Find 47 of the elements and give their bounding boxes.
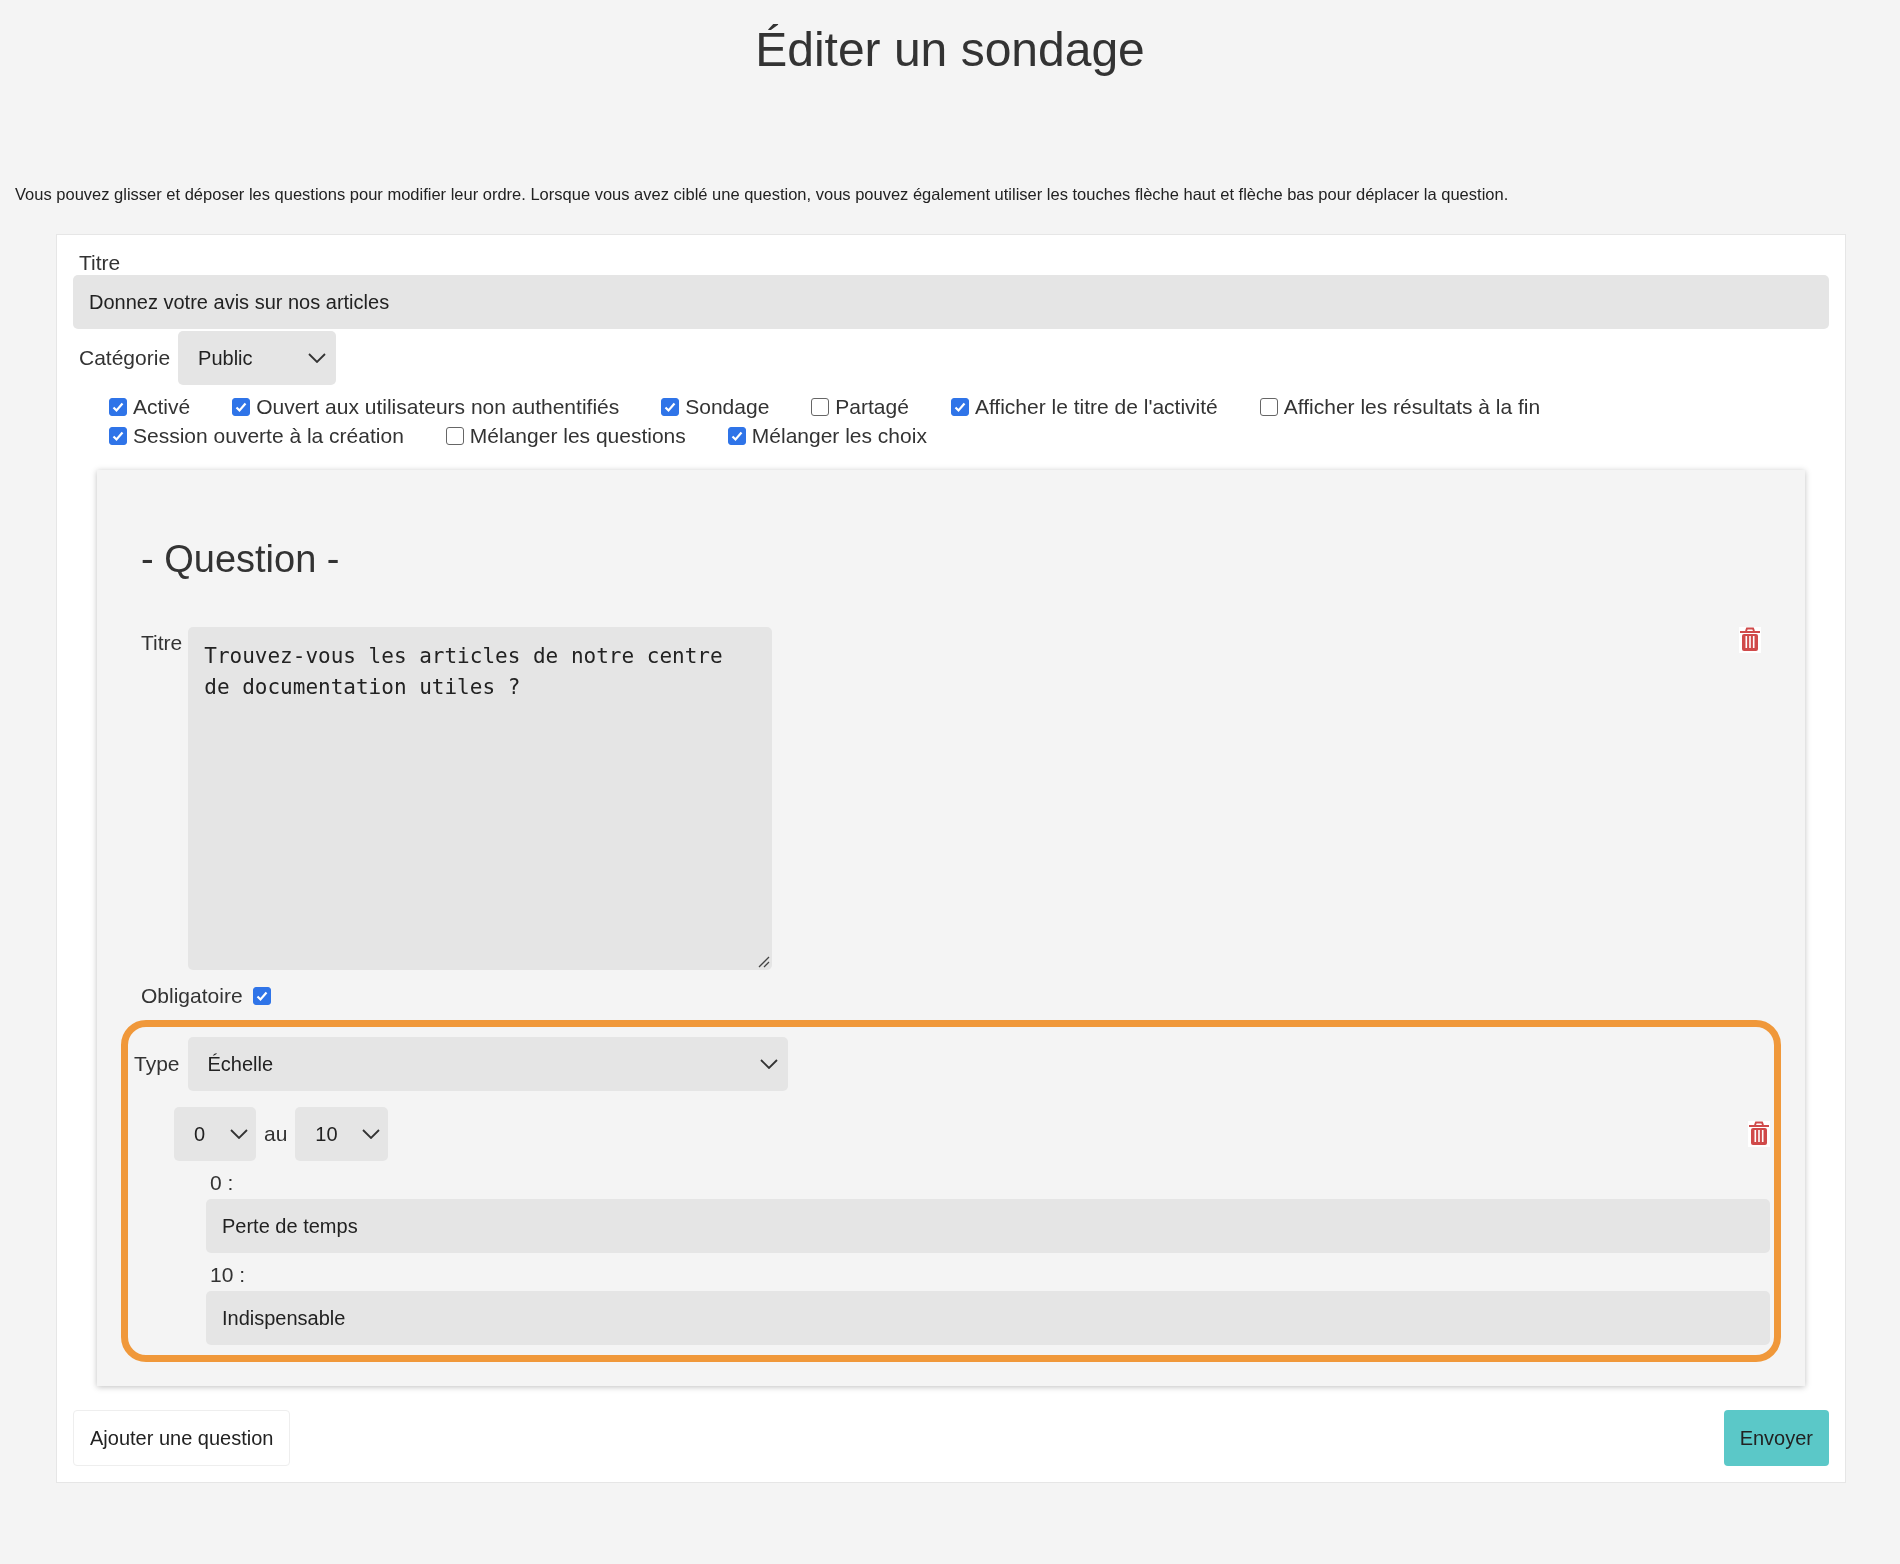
trash-icon[interactable]	[1748, 1121, 1770, 1147]
field-label: Titre	[79, 251, 121, 275]
checkbox[interactable]	[950, 398, 969, 416]
scale-label: 10 :	[210, 1263, 247, 1287]
checkbox-label: Mélanger les choix	[751, 424, 927, 448]
question-heading: - Question -	[141, 538, 340, 581]
question-textarea[interactable]: Trouvez-vous les articles de notre centre de documentation utiles ?	[188, 627, 773, 970]
checkbox-label: Mélanger les questions	[469, 424, 686, 448]
checkbox[interactable]	[811, 398, 830, 416]
range-separator: au	[264, 1122, 288, 1146]
instructions-text: Vous pouvez glisser et déposer les questions pour modifier leur ordre. Lorsque vous avez ciblé une question, vous pouvez également utiliser les touches flèche haut et flèche bas pour déplacer la question.	[15, 185, 1509, 204]
field-label: Titre	[141, 631, 183, 655]
scale-input[interactable]: Perte de temps	[206, 1199, 1770, 1253]
type-select[interactable]: Échelle	[187, 1037, 788, 1091]
range-end-select[interactable]: 10	[295, 1107, 389, 1161]
field-label: Obligatoire	[141, 984, 243, 1008]
range-start-select[interactable]: 0	[174, 1107, 256, 1161]
checkbox[interactable]	[661, 398, 680, 416]
checkbox[interactable]	[1259, 398, 1278, 416]
field-label: Catégorie	[79, 346, 171, 370]
chevron-down-icon	[230, 1129, 248, 1139]
chevron-down-icon	[308, 353, 327, 363]
checkbox[interactable]	[109, 427, 127, 445]
checkbox-label: Activé	[133, 395, 191, 419]
chevron-down-icon	[362, 1129, 381, 1139]
checkbox-label: Ouvert aux utilisateurs non authentifiés	[256, 395, 620, 419]
checkbox[interactable]	[232, 398, 251, 416]
checkbox-label: Afficher le titre de l'activité	[974, 395, 1218, 419]
scale-label: 0 :	[210, 1171, 235, 1195]
scale-input[interactable]: Indispensable	[206, 1291, 1770, 1345]
checkbox[interactable]	[252, 987, 271, 1005]
add-question-button[interactable]: Ajouter une question	[73, 1410, 291, 1466]
checkbox[interactable]	[445, 427, 464, 445]
trash-icon[interactable]	[1739, 627, 1761, 653]
checkbox[interactable]	[109, 398, 127, 416]
page-title: Éditer un sondage	[755, 22, 1145, 77]
checkbox-label: Partagé	[835, 395, 909, 419]
checkbox-label: Sondage	[685, 395, 770, 419]
checkbox[interactable]	[727, 427, 746, 445]
field-label: Type	[134, 1052, 180, 1076]
checkbox-label: Session ouverte à la création	[133, 424, 404, 448]
title-input[interactable]: Donnez votre avis sur nos articles	[73, 275, 1829, 329]
category-select[interactable]: Public	[178, 331, 337, 385]
checkbox-label: Afficher les résultats à la fin	[1283, 395, 1541, 419]
resize-handle-icon[interactable]	[758, 956, 771, 968]
chevron-down-icon	[759, 1059, 778, 1069]
submit-button[interactable]: Envoyer	[1723, 1410, 1829, 1466]
